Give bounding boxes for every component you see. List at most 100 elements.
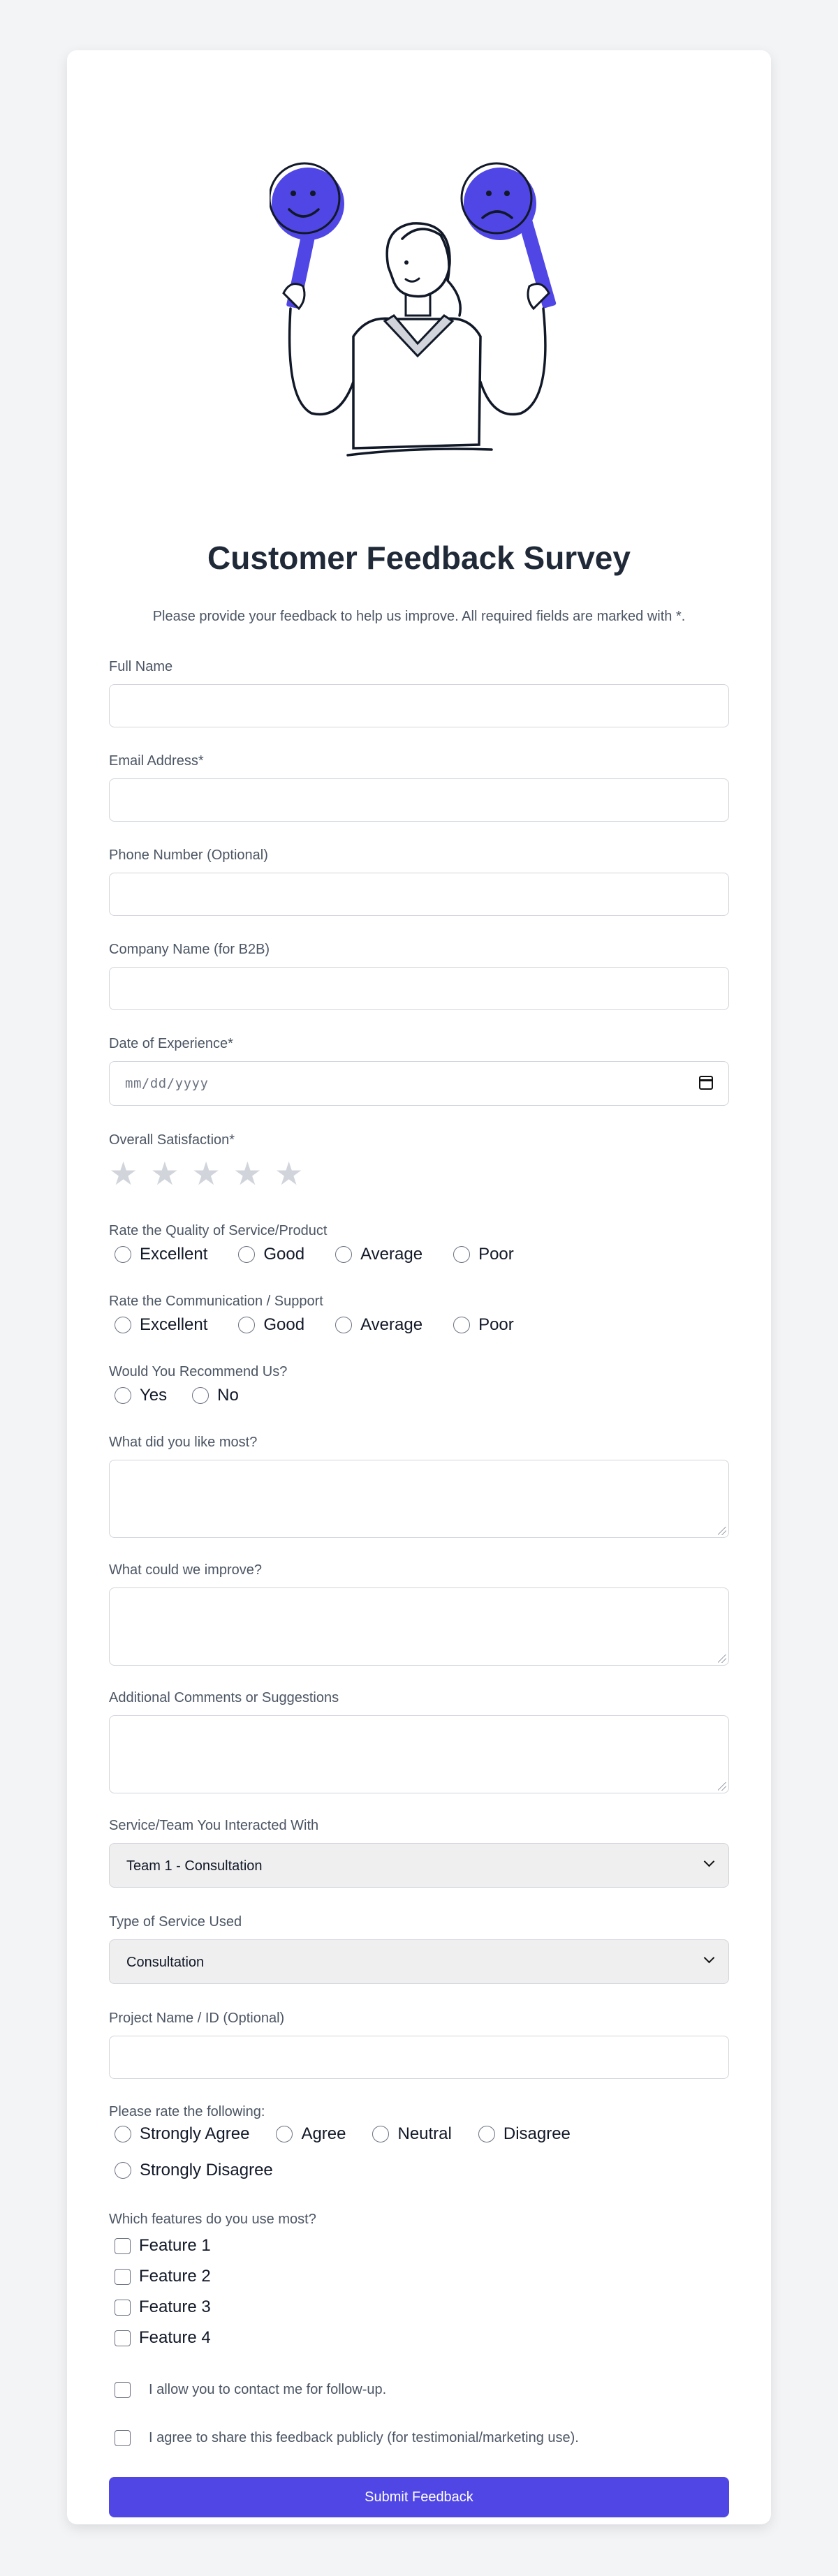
resize-handle-icon[interactable] xyxy=(718,1655,726,1663)
communication-option-good[interactable]: Good xyxy=(233,1315,304,1335)
radio-button[interactable] xyxy=(115,2126,131,2142)
radio-button[interactable] xyxy=(335,1246,353,1263)
consent-public[interactable]: I agree to share this feedback publicly … xyxy=(109,2430,729,2446)
project-label: Project Name / ID (Optional) xyxy=(109,2011,285,2026)
chevron-down-icon xyxy=(703,1952,715,1964)
radio-button[interactable] xyxy=(115,2162,131,2179)
improve-textarea[interactable] xyxy=(109,1587,729,1666)
radio-button[interactable] xyxy=(115,1246,131,1263)
service-type-label: Type of Service Used xyxy=(109,1914,242,1930)
agreement-option-strongly-disagree[interactable]: Strongly Disagree xyxy=(109,2160,273,2181)
checkbox[interactable] xyxy=(115,2330,131,2346)
calendar-icon[interactable] xyxy=(699,1076,713,1090)
phone-group: Phone Number (Optional) xyxy=(109,847,729,916)
quality-option-average[interactable]: Average xyxy=(330,1244,422,1265)
recommend-option-no[interactable]: No xyxy=(186,1385,239,1406)
features-group: Which features do you use most? Feature … xyxy=(109,2212,729,2358)
full-name-group: Full Name xyxy=(109,659,729,727)
agreement-label: Please rate the following: xyxy=(109,2104,265,2119)
email-group: Email Address* xyxy=(109,753,729,822)
company-group: Company Name (for B2B) xyxy=(109,942,729,1010)
survey-card: Customer Feedback Survey Please provide … xyxy=(67,50,771,2524)
radio-button[interactable] xyxy=(478,2126,495,2142)
chevron-down-icon xyxy=(703,1856,715,1867)
recommend-label: Would You Recommend Us? xyxy=(109,1364,288,1379)
comments-textarea[interactable] xyxy=(109,1715,729,1793)
communication-option-average[interactable]: Average xyxy=(330,1315,422,1335)
checkbox[interactable] xyxy=(115,2299,131,2316)
communication-label: Rate the Communication / Support xyxy=(109,1294,323,1309)
liked-textarea[interactable] xyxy=(109,1460,729,1538)
company-label: Company Name (for B2B) xyxy=(109,942,270,957)
company-input[interactable] xyxy=(109,967,729,1010)
resize-handle-icon[interactable] xyxy=(718,1527,726,1535)
feature-option-2[interactable]: Feature 2 xyxy=(109,2266,729,2287)
full-name-input[interactable] xyxy=(109,684,729,727)
star-rating: ★ ★ ★ ★ ★ xyxy=(109,1157,729,1190)
feature-option-3[interactable]: Feature 3 xyxy=(109,2297,729,2318)
consent-contact-checkbox[interactable] xyxy=(115,2382,131,2398)
liked-label: What did you like most? xyxy=(109,1435,258,1450)
resize-handle-icon[interactable] xyxy=(718,1782,726,1791)
radio-button[interactable] xyxy=(115,1317,131,1333)
page-title: Customer Feedback Survey xyxy=(207,540,631,576)
feature-option-1[interactable]: Feature 1 xyxy=(109,2235,729,2256)
service-type-selected-value: Consultation xyxy=(126,1955,205,1970)
star-icon[interactable]: ★ xyxy=(233,1157,262,1190)
date-placeholder: mm/dd/yyyy xyxy=(125,1076,209,1091)
team-label: Service/Team You Interacted With xyxy=(109,1818,319,1833)
agreement-option-strongly-agree[interactable]: Strongly Agree xyxy=(109,2124,249,2145)
person-with-emoji-signs-illustration xyxy=(270,162,557,457)
star-icon[interactable]: ★ xyxy=(150,1157,179,1190)
quality-group: Rate the Quality of Service/Product Exce… xyxy=(109,1223,729,1265)
phone-input[interactable] xyxy=(109,873,729,916)
communication-option-excellent[interactable]: Excellent xyxy=(109,1315,207,1335)
radio-button[interactable] xyxy=(453,1317,471,1333)
project-group: Project Name / ID (Optional) xyxy=(109,2011,729,2079)
date-input[interactable]: mm/dd/yyyy xyxy=(109,1061,729,1106)
radio-button[interactable] xyxy=(192,1387,210,1404)
communication-option-poor[interactable]: Poor xyxy=(448,1315,514,1335)
submit-button[interactable]: Submit Feedback xyxy=(109,2477,729,2517)
communication-options: Excellent Good Average Poor xyxy=(109,1315,729,1335)
recommend-option-yes[interactable]: Yes xyxy=(109,1385,167,1406)
radio-button[interactable] xyxy=(238,1246,256,1263)
agreement-option-neutral[interactable]: Neutral xyxy=(367,2124,452,2145)
radio-button[interactable] xyxy=(276,2126,293,2142)
project-input[interactable] xyxy=(109,2036,729,2079)
consent-contact-label: I allow you to contact me for follow-up. xyxy=(149,2382,387,2397)
radio-button[interactable] xyxy=(335,1317,353,1333)
team-selected-value: Team 1 - Consultation xyxy=(126,1858,263,1874)
radio-button[interactable] xyxy=(453,1246,471,1263)
feature-option-4[interactable]: Feature 4 xyxy=(109,2327,729,2348)
agreement-option-agree[interactable]: Agree xyxy=(270,2124,346,2145)
quality-option-excellent[interactable]: Excellent xyxy=(109,1244,207,1265)
phone-label: Phone Number (Optional) xyxy=(109,847,268,863)
service-type-select[interactable]: Consultation xyxy=(109,1939,729,1984)
consent-contact[interactable]: I allow you to contact me for follow-up. xyxy=(109,2382,729,2398)
date-group: Date of Experience* mm/dd/yyyy xyxy=(109,1036,729,1106)
comments-label: Additional Comments or Suggestions xyxy=(109,1690,339,1705)
happy-face-sign xyxy=(270,162,344,309)
radio-button[interactable] xyxy=(238,1317,256,1333)
recommend-options: Yes No xyxy=(109,1385,729,1406)
quality-option-poor[interactable]: Poor xyxy=(448,1244,514,1265)
radio-button[interactable] xyxy=(115,1387,131,1404)
liked-group: What did you like most? xyxy=(109,1435,729,1538)
checkbox[interactable] xyxy=(115,2237,131,2254)
star-icon[interactable]: ★ xyxy=(109,1157,138,1190)
service-type-group: Type of Service Used Consultation xyxy=(109,1914,729,1984)
star-icon[interactable]: ★ xyxy=(192,1157,221,1190)
consent-public-checkbox[interactable] xyxy=(115,2430,131,2446)
email-input[interactable] xyxy=(109,778,729,822)
star-icon[interactable]: ★ xyxy=(274,1157,303,1190)
radio-button[interactable] xyxy=(372,2126,390,2142)
checkbox[interactable] xyxy=(115,2268,131,2285)
communication-group: Rate the Communication / Support Excelle… xyxy=(109,1294,729,1335)
quality-options: Excellent Good Average Poor xyxy=(109,1244,729,1265)
team-select[interactable]: Team 1 - Consultation xyxy=(109,1843,729,1888)
quality-option-good[interactable]: Good xyxy=(233,1244,304,1265)
improve-group: What could we improve? xyxy=(109,1562,729,1666)
quality-label: Rate the Quality of Service/Product xyxy=(109,1223,328,1238)
agreement-option-disagree[interactable]: Disagree xyxy=(473,2124,571,2145)
